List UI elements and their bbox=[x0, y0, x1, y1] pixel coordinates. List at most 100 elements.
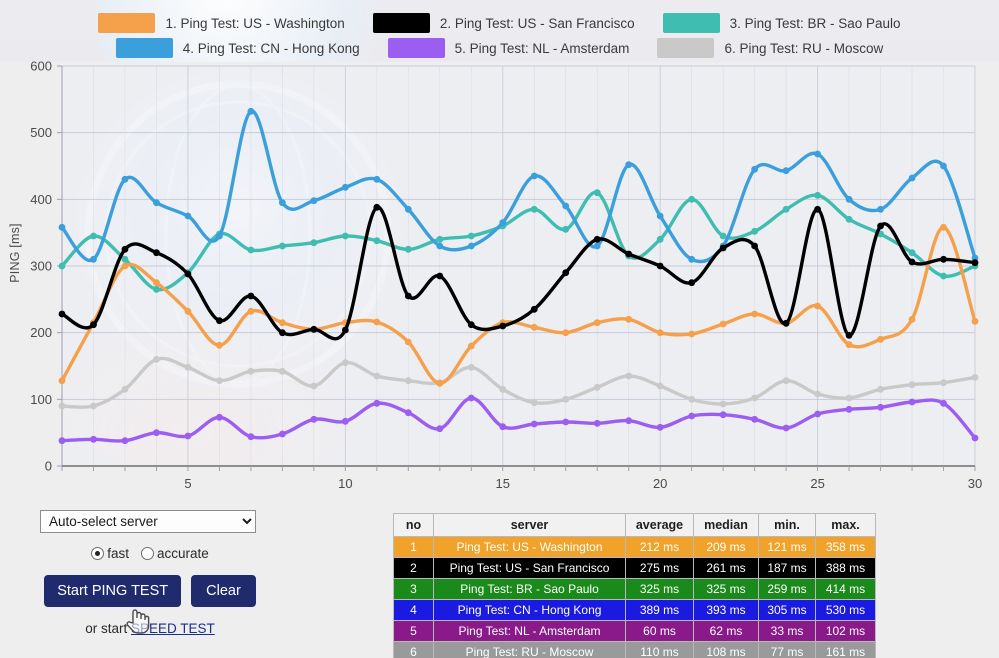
table-row[interactable]: 2 Ping Test: US - San Francisco 275 ms 261 … bbox=[393, 557, 876, 579]
table-header-row: no server average median min. max. bbox=[393, 513, 876, 537]
legend-label-4: 4. Ping Test: CN - Hong Kong bbox=[182, 40, 360, 56]
th-average: average bbox=[625, 513, 694, 537]
cell-server-cell: Ping Test: NL - Amsterdam bbox=[433, 620, 626, 642]
cell-max: 414 ms bbox=[815, 578, 876, 600]
cell-median: 209 ms bbox=[693, 536, 759, 558]
ping-controls: Auto-select server fast accurate Start P… bbox=[40, 510, 260, 636]
cell-max: 530 ms bbox=[815, 599, 876, 621]
radio-accurate-dot-icon[interactable] bbox=[140, 547, 154, 560]
svg-text:0: 0 bbox=[45, 459, 52, 474]
legend-swatch-icon-1 bbox=[98, 13, 156, 33]
server-select-dropdown[interactable]: Auto-select server bbox=[40, 510, 256, 533]
mode-radio-group: fast accurate bbox=[40, 546, 260, 561]
cell-no: 2 bbox=[393, 557, 434, 579]
svg-text:25: 25 bbox=[810, 476, 824, 491]
footer-prefix-text: or start bbox=[85, 621, 131, 636]
legend-swatch-icon-3 bbox=[662, 13, 720, 33]
svg-text:5: 5 bbox=[184, 476, 191, 491]
cell-average: 60 ms bbox=[625, 620, 694, 642]
cell-median: 325 ms bbox=[693, 578, 759, 600]
table-row[interactable]: 4 Ping Test: CN - Hong Kong 389 ms 393 ms 30… bbox=[393, 599, 876, 621]
svg-text:20: 20 bbox=[653, 476, 667, 491]
table-header: no server average median min. max. bbox=[393, 513, 876, 537]
cell-no: 1 bbox=[393, 536, 434, 558]
cell-server-cell: Ping Test: CN - Hong Kong bbox=[433, 599, 626, 621]
svg-text:10: 10 bbox=[338, 476, 352, 491]
legend-swatch-icon-6 bbox=[657, 38, 715, 58]
table-row[interactable]: 5 Ping Test: NL - Amsterdam 60 ms 62 ms 33 m… bbox=[393, 620, 876, 642]
clear-button[interactable]: Clear bbox=[191, 575, 256, 607]
cell-min: 187 ms bbox=[758, 557, 816, 579]
table-body: 1 Ping Test: US - Washington 212 ms 209 ms 1… bbox=[393, 536, 876, 658]
table-row[interactable]: 6 Ping Test: RU - Moscow 110 ms 108 ms 77 ms… bbox=[393, 641, 876, 658]
legend-label-2: 2. Ping Test: US - San Francisco bbox=[439, 15, 635, 31]
svg-text:300: 300 bbox=[30, 259, 52, 274]
cell-no: 6 bbox=[393, 641, 434, 658]
legend-label-1: 1. Ping Test: US - Washington bbox=[165, 15, 345, 31]
radio-accurate[interactable]: accurate bbox=[140, 546, 209, 561]
legend-item-4[interactable]: 4. Ping Test: CN - Hong Kong bbox=[115, 38, 360, 58]
action-buttons: Start PING TEST Clear bbox=[40, 575, 260, 607]
cell-max: 161 ms bbox=[815, 641, 876, 658]
cell-average: 275 ms bbox=[625, 557, 694, 579]
cell-average: 212 ms bbox=[625, 536, 694, 558]
legend-label-3: 3. Ping Test: BR - Sao Paulo bbox=[729, 15, 901, 31]
cell-average: 325 ms bbox=[625, 578, 694, 600]
chart-plot-area: 0 100 200 300 400 500 600 5 10 15 20 25 30 bbox=[30, 59, 982, 492]
legend-swatch-icon-2 bbox=[372, 13, 430, 33]
cell-median: 261 ms bbox=[693, 557, 759, 579]
ping-results-table: no server average median min. max. 1 Ping… bbox=[393, 513, 876, 658]
legend-swatch-icon-4 bbox=[115, 38, 173, 58]
legend-item-3[interactable]: 3. Ping Test: BR - Sao Paulo bbox=[662, 13, 901, 33]
cell-max: 388 ms bbox=[815, 557, 876, 579]
table-row[interactable]: 1 Ping Test: US - Washington 212 ms 209 ms 1… bbox=[393, 536, 876, 558]
radio-accurate-label: accurate bbox=[156, 546, 209, 561]
cell-server-cell: Ping Test: BR - Sao Paulo bbox=[433, 578, 626, 600]
cell-median: 62 ms bbox=[693, 620, 759, 642]
svg-text:400: 400 bbox=[30, 192, 52, 207]
cell-min: 121 ms bbox=[758, 536, 816, 558]
table-row[interactable]: 3 Ping Test: BR - Sao Paulo 325 ms 325 ms 25… bbox=[393, 578, 876, 600]
th-no: no bbox=[393, 513, 434, 537]
start-ping-test-button[interactable]: Start PING TEST bbox=[44, 575, 182, 607]
cell-min: 259 ms bbox=[758, 578, 816, 600]
cell-min: 305 ms bbox=[758, 599, 816, 621]
legend-item-5[interactable]: 5. Ping Test: NL - Amsterdam bbox=[387, 38, 630, 58]
svg-text:30: 30 bbox=[968, 476, 982, 491]
th-max: max. bbox=[815, 513, 876, 537]
radio-fast-label: fast bbox=[107, 546, 129, 561]
cell-average: 389 ms bbox=[625, 599, 694, 621]
svg-text:100: 100 bbox=[30, 392, 52, 407]
svg-text:500: 500 bbox=[30, 125, 52, 140]
ping-chart: PING [ms] 0 100 200 300 400 500 600 5 10 15 20 25 30 bbox=[0, 56, 999, 504]
legend-label-5: 5. Ping Test: NL - Amsterdam bbox=[454, 40, 630, 56]
cell-median: 108 ms bbox=[693, 641, 759, 658]
svg-text:15: 15 bbox=[496, 476, 510, 491]
cell-median: 393 ms bbox=[693, 599, 759, 621]
cell-server-cell: Ping Test: US - San Francisco bbox=[433, 557, 626, 579]
cell-no: 3 bbox=[393, 578, 434, 600]
radio-fast[interactable]: fast bbox=[91, 546, 129, 561]
legend-item-6[interactable]: 6. Ping Test: RU - Moscow bbox=[657, 38, 883, 58]
legend-row-top: 1. Ping Test: US - Washington 2. Ping Te… bbox=[0, 11, 999, 35]
chart-legend: 1. Ping Test: US - Washington 2. Ping Te… bbox=[0, 0, 999, 62]
th-min: min. bbox=[758, 513, 816, 537]
radio-fast-dot-icon[interactable] bbox=[91, 547, 105, 560]
cell-max: 102 ms bbox=[815, 620, 876, 642]
cell-max: 358 ms bbox=[815, 536, 876, 558]
svg-text:600: 600 bbox=[30, 59, 52, 74]
cell-min: 77 ms bbox=[758, 641, 816, 658]
th-median: median bbox=[693, 513, 759, 537]
th-server: server bbox=[433, 513, 626, 537]
cell-no: 5 bbox=[393, 620, 434, 642]
svg-text:200: 200 bbox=[30, 325, 52, 340]
legend-item-2[interactable]: 2. Ping Test: US - San Francisco bbox=[372, 13, 635, 33]
cell-min: 33 ms bbox=[758, 620, 816, 642]
speed-test-link[interactable]: SPEED TEST bbox=[131, 621, 215, 636]
cell-no: 4 bbox=[393, 599, 434, 621]
cell-server-cell: Ping Test: RU - Moscow bbox=[433, 641, 626, 658]
cell-average: 110 ms bbox=[625, 641, 694, 658]
legend-label-6: 6. Ping Test: RU - Moscow bbox=[724, 40, 884, 56]
speed-test-footer: or start SPEED TEST bbox=[40, 621, 260, 636]
legend-item-1[interactable]: 1. Ping Test: US - Washington bbox=[98, 13, 345, 33]
